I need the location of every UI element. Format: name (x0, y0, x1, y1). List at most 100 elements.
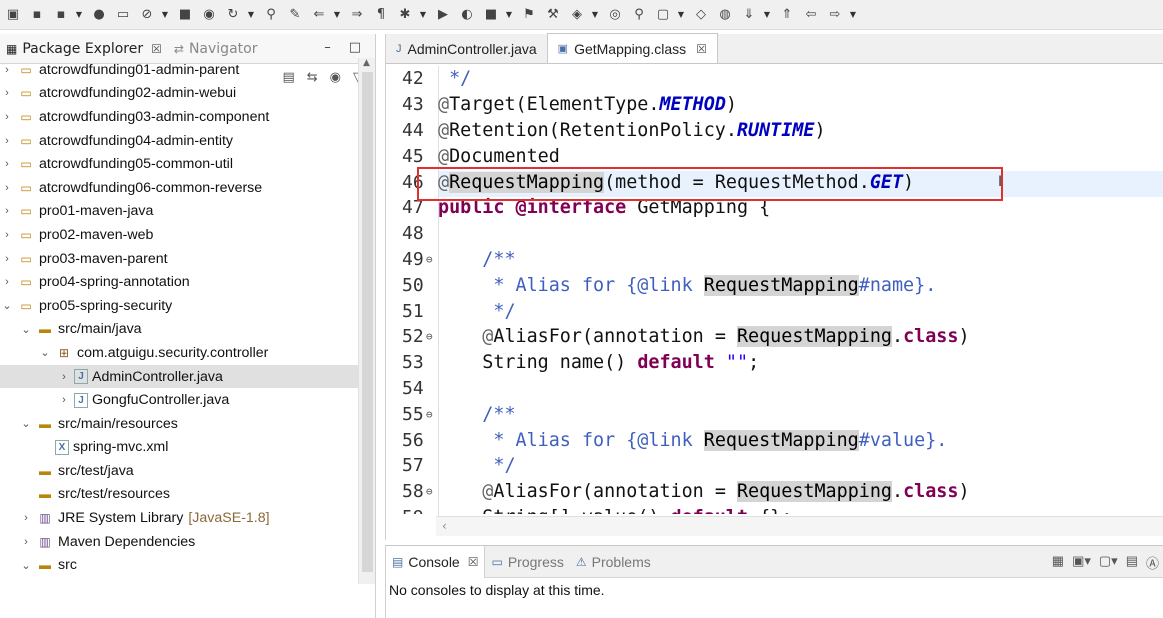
code-line[interactable]: 50 * Alias for {@link RequestMapping#nam… (386, 272, 1163, 298)
close-icon[interactable]: ☒ (468, 555, 479, 569)
next-annotation-icon[interactable]: ⇒ (346, 4, 368, 26)
open-folder-icon[interactable]: ▢ (652, 4, 674, 26)
globe-icon[interactable]: ◍ (714, 4, 736, 26)
code-line[interactable]: 48 (386, 221, 1163, 247)
scroll-up-icon[interactable]: ▲ (363, 58, 370, 68)
editor-hscrollbar[interactable]: ‹ (436, 516, 1163, 536)
code-line[interactable]: 43 @Target(ElementType.METHOD) (386, 92, 1163, 118)
tree-item[interactable]: › ▥ Maven Dependencies (0, 530, 358, 554)
close-icon[interactable]: ☒ (151, 42, 162, 56)
scrollbar-thumb[interactable] (362, 72, 373, 572)
expanded-chevron-icon[interactable]: ⌄ (38, 346, 52, 359)
new-console-icon[interactable]: ▢▾ (1099, 553, 1118, 572)
collapsed-chevron-icon[interactable]: › (0, 205, 14, 217)
code-line[interactable]: 42 */ (386, 66, 1163, 92)
collapsed-chevron-icon[interactable]: › (0, 229, 14, 241)
run-icon[interactable]: ▶ (432, 4, 454, 26)
next-edit-icon[interactable]: ⇓ (738, 4, 760, 26)
tree-item[interactable]: ⌄ ⊞ com.atguigu.security.controller (0, 341, 358, 365)
collapsed-chevron-icon[interactable]: › (57, 371, 71, 383)
code-line[interactable]: 51 */ (386, 298, 1163, 324)
code-area[interactable]: 42 */43 @Target(ElementType.METHOD) 44 @Ret… (386, 66, 1163, 514)
dropdown-arrow-icon[interactable]: ▼ (160, 4, 170, 26)
collapsed-chevron-icon[interactable]: › (0, 135, 14, 147)
open-console-icon[interactable]: ▦ (1052, 553, 1064, 572)
tree-item[interactable]: › ▭ pro03-maven-parent (0, 247, 358, 271)
fold-toggle-icon[interactable]: ⊖ (426, 253, 433, 266)
collapsed-chevron-icon[interactable]: › (0, 253, 14, 265)
tree-item[interactable]: ⌄ ▬ src (0, 553, 358, 577)
collapsed-chevron-icon[interactable]: › (0, 64, 14, 76)
refresh-icon[interactable]: ↻ (222, 4, 244, 26)
dropdown-arrow-icon[interactable]: ▼ (332, 4, 342, 26)
forward-icon[interactable]: ⇨ (824, 4, 846, 26)
code-line[interactable]: 57 */ (386, 453, 1163, 479)
collapsed-chevron-icon[interactable]: › (0, 87, 14, 99)
tree-item[interactable]: › ▭ atcrowdfunding04-admin-entity (0, 129, 358, 153)
prev-annotation-icon[interactable]: ⇐ (308, 4, 330, 26)
code-line[interactable]: 53 String name() default ""; (386, 350, 1163, 376)
open-type-icon[interactable]: ◈ (566, 4, 588, 26)
coverage-icon[interactable]: ◐ (456, 4, 478, 26)
copy-icon[interactable]: ▤ (1126, 553, 1138, 572)
tree-item[interactable]: › J GongfuController.java (0, 388, 358, 412)
collapsed-chevron-icon[interactable]: › (0, 276, 14, 288)
edit-icon[interactable]: ✎ (284, 4, 306, 26)
skip-breakpoints-icon[interactable]: ⊘ (136, 4, 158, 26)
collapsed-chevron-icon[interactable]: › (19, 536, 33, 548)
code-line[interactable]: 56 * Alias for {@link RequestMapping#val… (386, 427, 1163, 453)
tab-progress[interactable]: ▭ Progress (485, 546, 569, 578)
tab-console[interactable]: ▤ Console ☒ (386, 545, 486, 578)
code-line[interactable]: 55 ⊖ /** (386, 401, 1163, 427)
stop-icon[interactable]: ■ (480, 4, 502, 26)
terminate-icon[interactable]: ■ (174, 4, 196, 26)
tab-problems[interactable]: ⚠ Problems (570, 546, 657, 578)
maximize-button[interactable]: □ (349, 40, 361, 55)
prev-edit-icon[interactable]: ⇑ (776, 4, 798, 26)
save-icon[interactable]: ▪ (26, 4, 48, 26)
dropdown-arrow-icon[interactable]: ▼ (762, 4, 772, 26)
tree-item[interactable]: ▬ src/test/java (0, 459, 358, 483)
collapsed-chevron-icon[interactable]: › (0, 158, 14, 170)
tree-item[interactable]: ▬ src/test/resources (0, 483, 358, 507)
tree-item[interactable]: › ▭ pro01-maven-java (0, 200, 358, 224)
tree-item[interactable]: ⌄ ▬ src/main/java (0, 318, 358, 342)
dropdown-arrow-icon[interactable]: ▼ (590, 4, 600, 26)
tree-item[interactable]: › ▭ atcrowdfunding03-admin-component (0, 105, 358, 129)
display-console-icon[interactable]: ▣▾ (1072, 553, 1091, 572)
tree-item[interactable]: › ▭ atcrowdfunding02-admin-webui (0, 82, 358, 106)
collapsed-chevron-icon[interactable]: › (0, 182, 14, 194)
code-line[interactable]: 44 @Retention(RetentionPolicy.RUNTIME) (386, 118, 1163, 144)
new-icon[interactable]: ▣ (2, 4, 24, 26)
minimize-button[interactable]: – (324, 40, 331, 55)
expanded-chevron-icon[interactable]: ⌄ (19, 417, 33, 430)
code-line[interactable]: 58 ⊖ @AliasFor(annotation = RequestMappin… (386, 479, 1163, 505)
dropdown-arrow-icon[interactable]: ▼ (676, 4, 686, 26)
debug-run-icon[interactable]: ✱ (394, 4, 416, 26)
debug-icon[interactable]: ● (88, 4, 110, 26)
toggle-mark-icon[interactable]: ◉ (198, 4, 220, 26)
close-icon[interactable]: ☒ (696, 42, 707, 56)
dropdown-arrow-icon[interactable]: ▼ (246, 4, 256, 26)
tree-item[interactable]: Xspring-mvc.xml (0, 436, 358, 460)
tree-item[interactable]: › ▭ pro04-spring-annotation (0, 270, 358, 294)
ant-icon[interactable]: ⚑ (518, 4, 540, 26)
expanded-chevron-icon[interactable]: ⌄ (0, 299, 14, 312)
build-icon[interactable]: ⚒ (542, 4, 564, 26)
expanded-chevron-icon[interactable]: ⌄ (19, 559, 33, 572)
fold-toggle-icon[interactable]: ⊖ (426, 408, 433, 421)
tree-item[interactable]: › ▭ pro02-maven-web (0, 223, 358, 247)
tree-item[interactable]: ⌄ ▭ pro05-spring-security (0, 294, 358, 318)
pin-icon[interactable]: ⚲ (260, 4, 282, 26)
web-browser-icon[interactable]: ◇ (690, 4, 712, 26)
dropdown-arrow-icon[interactable]: ▼ (848, 4, 858, 26)
tree-scrollbar[interactable]: ▲ (358, 58, 375, 584)
collapsed-chevron-icon[interactable]: › (0, 111, 14, 123)
collapsed-chevron-icon[interactable]: › (57, 394, 71, 406)
fold-toggle-icon[interactable]: ⊖ (426, 485, 433, 498)
tree-item[interactable]: › ▭ atcrowdfunding01-admin-parent (0, 58, 358, 82)
show-whitespace-icon[interactable]: ¶ (370, 4, 392, 26)
scroll-left-icon[interactable]: ‹ (442, 519, 447, 533)
dropdown-arrow-icon[interactable]: ▼ (74, 4, 84, 26)
tree-item[interactable]: › ▭ atcrowdfunding06-common-reverse (0, 176, 358, 200)
